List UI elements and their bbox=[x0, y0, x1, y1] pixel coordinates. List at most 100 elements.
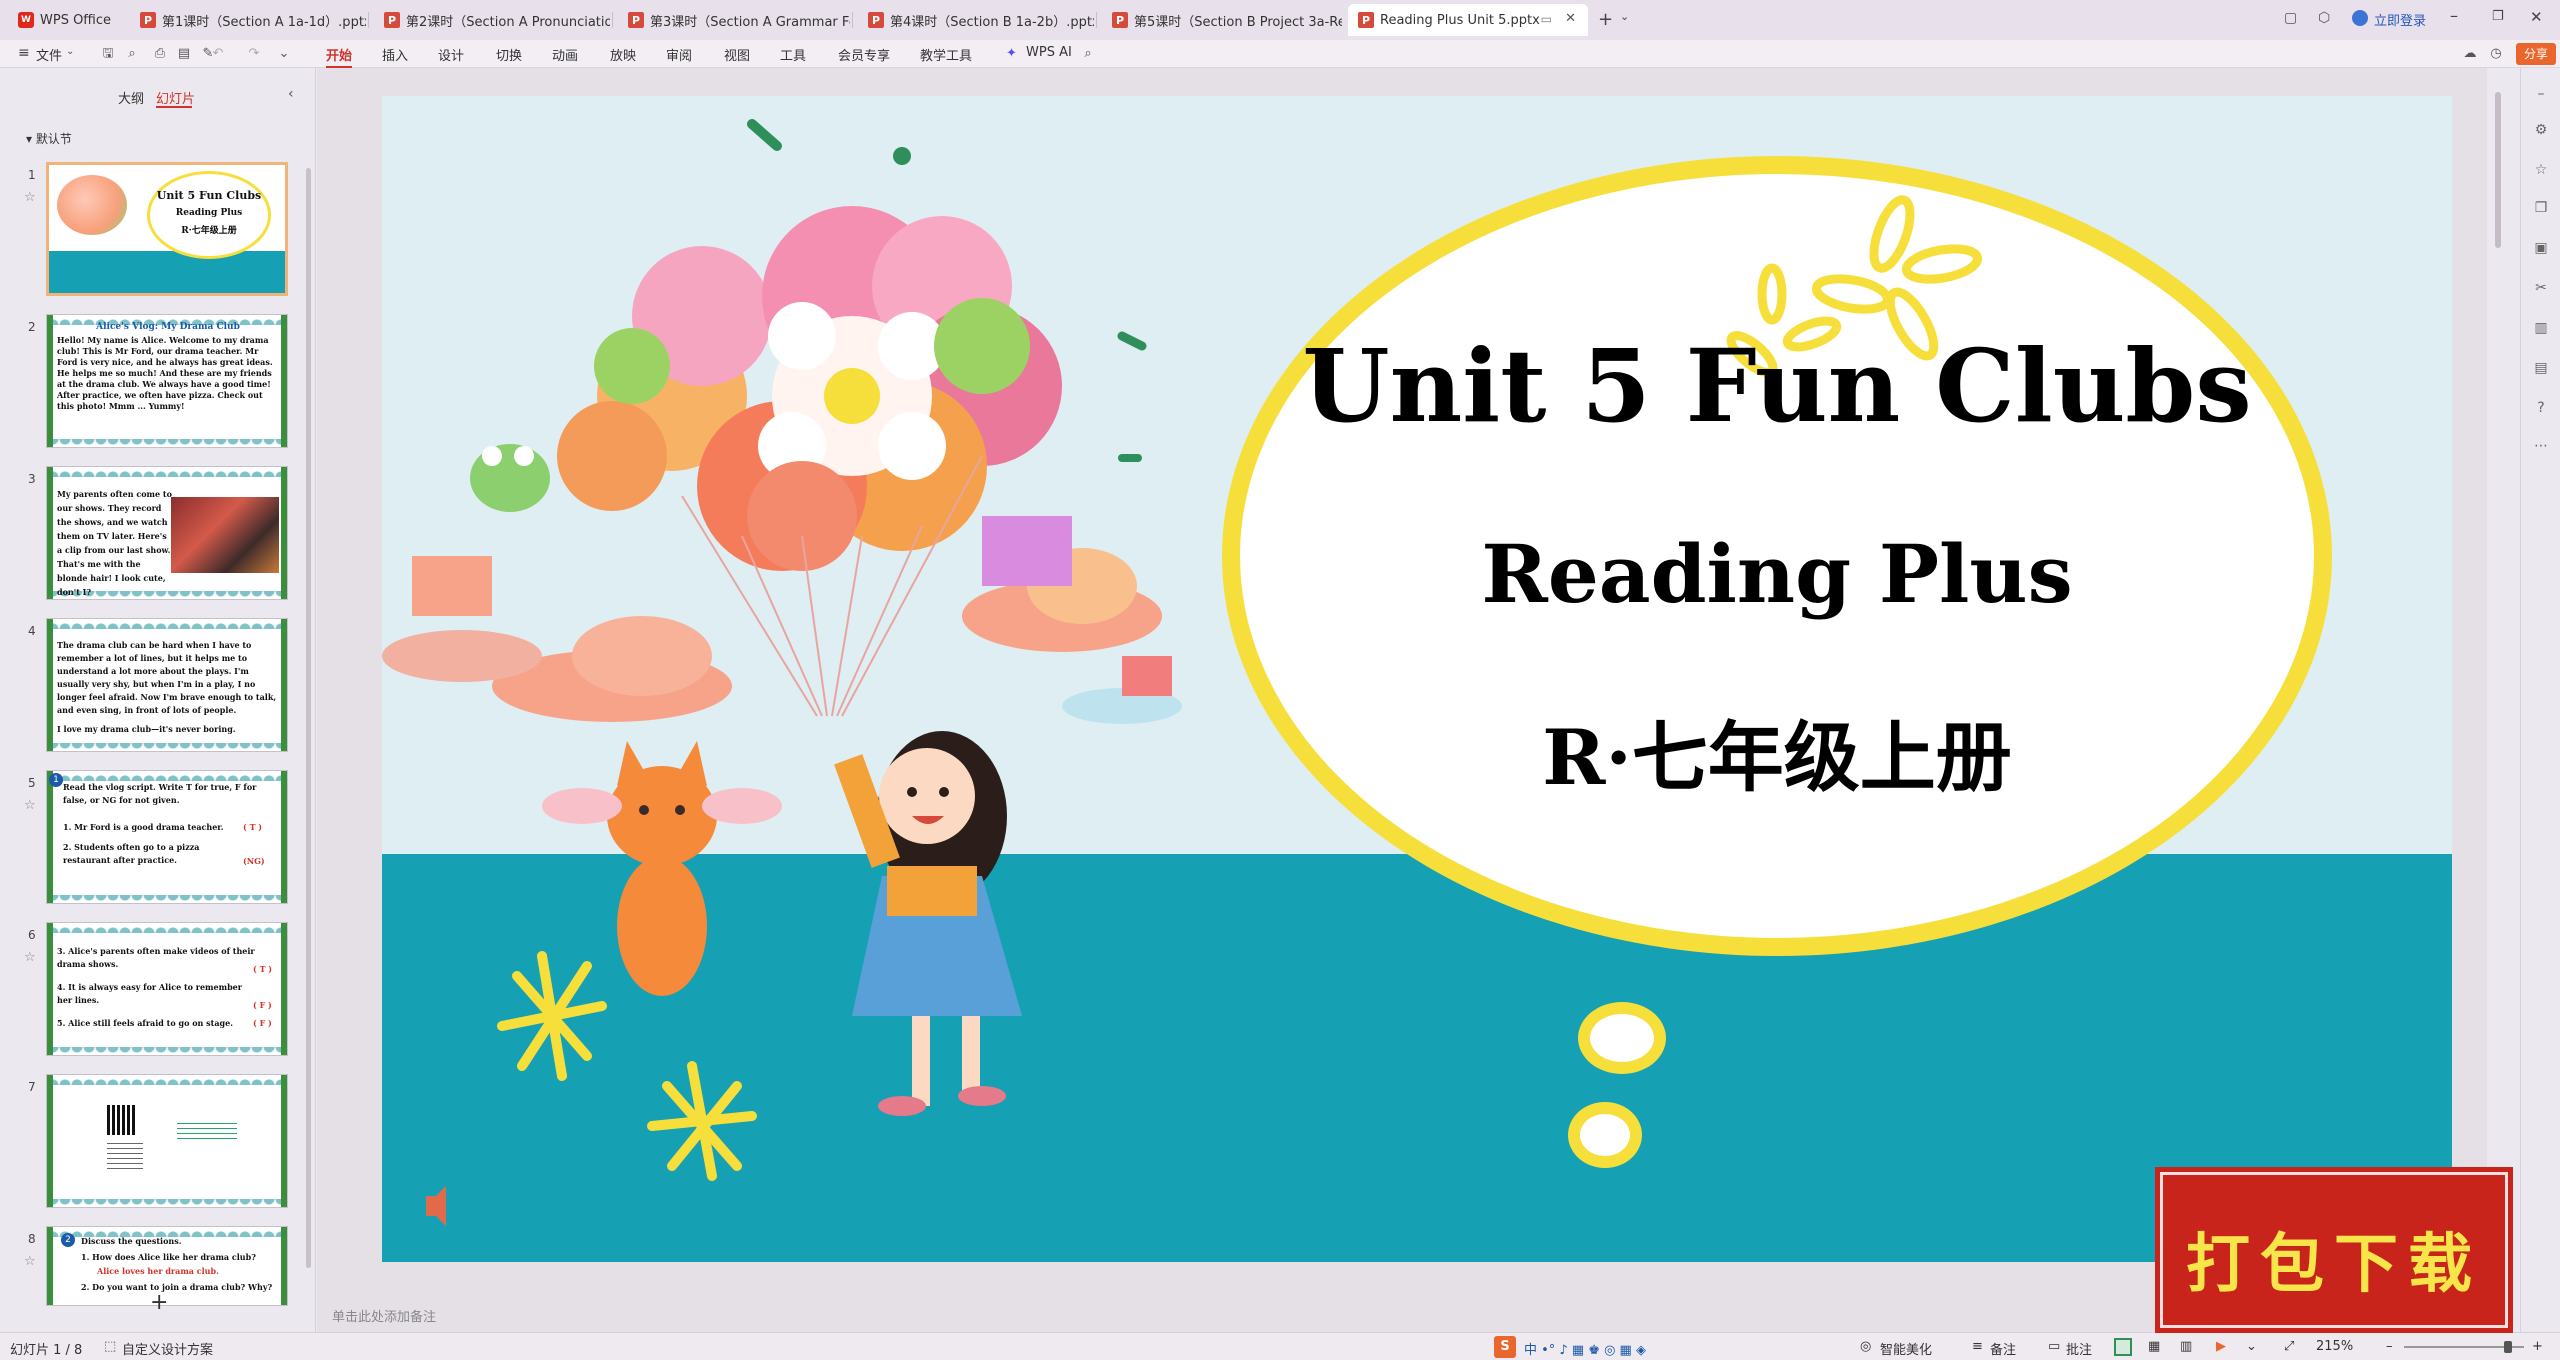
slide-thumbnail-2[interactable]: Alice's Vlog: My Drama Club Hello! My na… bbox=[46, 314, 288, 448]
main-scrollbar[interactable] bbox=[2495, 92, 2501, 248]
redo-icon[interactable]: ↷ bbox=[246, 46, 262, 62]
ribbon-tab-member[interactable]: 会员专享 bbox=[838, 45, 890, 64]
minimize-icon[interactable]: – bbox=[2450, 6, 2458, 25]
wps-ai-button[interactable]: WPS AI bbox=[1026, 45, 1072, 60]
adjust-icon[interactable]: ⚙ bbox=[2533, 122, 2549, 138]
new-tab-icon[interactable]: + bbox=[1598, 9, 1613, 30]
ribbon-tab-review[interactable]: 审阅 bbox=[666, 45, 692, 64]
window-close-icon[interactable]: ✕ bbox=[2530, 8, 2543, 26]
slide-thumbnail-6[interactable]: 3. Alice's parents often make videos of … bbox=[46, 922, 288, 1056]
copy-icon[interactable]: ❐ bbox=[2533, 200, 2549, 216]
smart-beautify-button[interactable]: 智能美化 bbox=[1880, 1339, 1932, 1358]
tab-label: 第3课时（Section A Grammar Focu bbox=[650, 14, 850, 30]
window-mode-icon[interactable]: ▢ bbox=[2284, 10, 2297, 26]
slide-sorter-icon[interactable]: ▦ bbox=[2148, 1339, 2160, 1354]
slide-grade[interactable]: R·七年级上册 bbox=[1282, 720, 2272, 796]
more-icon[interactable]: ⌄ bbox=[276, 46, 292, 62]
share-button[interactable]: 分享 bbox=[2516, 43, 2556, 65]
ribbon-tab-home[interactable]: 开始 bbox=[326, 45, 352, 64]
find-icon[interactable]: ⌕ bbox=[124, 46, 140, 62]
slide-subtitle[interactable]: Reading Plus bbox=[1282, 534, 2272, 614]
help-icon[interactable]: ? bbox=[2533, 400, 2549, 416]
menu-icon[interactable]: ≡ bbox=[18, 45, 30, 61]
user-avatar-icon[interactable] bbox=[2352, 10, 2368, 26]
cube-icon[interactable]: ⬡ bbox=[2318, 10, 2330, 26]
custom-design-button[interactable]: 自定义设计方案 bbox=[122, 1339, 213, 1358]
thumb-item: 2. Students often go to a pizza restaura… bbox=[63, 842, 200, 865]
normal-view-icon[interactable] bbox=[2114, 1338, 2132, 1356]
slide-thumbnail-7[interactable] bbox=[46, 1074, 288, 1208]
history-icon[interactable]: ◷ bbox=[2488, 46, 2504, 62]
star-icon[interactable]: ☆ bbox=[24, 190, 36, 205]
zoom-in-icon[interactable]: + bbox=[2532, 1339, 2543, 1354]
book-icon[interactable]: ▥ bbox=[2533, 320, 2549, 336]
collapse-panel-icon[interactable]: ‹ bbox=[288, 86, 294, 102]
print-icon[interactable]: ⎙ bbox=[152, 46, 168, 62]
tab-document[interactable]: P 第3课时（Section A Grammar Focu bbox=[618, 4, 850, 36]
save-icon[interactable]: 🖫 bbox=[100, 46, 116, 62]
ribbon-tab-transition[interactable]: 切换 bbox=[496, 45, 522, 64]
file-menu[interactable]: 文件 bbox=[36, 45, 62, 64]
tab-document[interactable]: P 第4课时（Section B 1a-2b）.pptx bbox=[858, 4, 1094, 36]
cloud-icon[interactable]: ☁ bbox=[2462, 46, 2478, 62]
ime-mode-icon[interactable]: 中 •° ♪ ▦ ♚ ◎ ▦ ◈ bbox=[1524, 1339, 1646, 1358]
tab-document[interactable]: P 第1课时（Section A 1a-1d）.pptx bbox=[130, 4, 366, 36]
notes-button[interactable]: 备注 bbox=[1990, 1339, 2016, 1358]
section-header[interactable]: ▾ 默认节 bbox=[26, 130, 72, 147]
tab-label: Reading Plus Unit 5.pptx bbox=[1380, 12, 1540, 28]
ribbon-tab-slideshow[interactable]: 放映 bbox=[610, 45, 636, 64]
fit-icon[interactable]: ⤢ bbox=[2284, 1339, 2294, 1354]
add-slide-button[interactable]: + bbox=[150, 1290, 168, 1315]
slide-thumbnail-3[interactable]: My parents often come to our shows. They… bbox=[46, 466, 288, 600]
ribbon-tab-teaching[interactable]: 教学工具 bbox=[920, 45, 972, 64]
close-icon[interactable]: ✕ bbox=[1565, 11, 1576, 26]
zoom-slider-thumb[interactable] bbox=[2504, 1341, 2512, 1353]
notes-placeholder[interactable]: 单击此处添加备注 bbox=[332, 1306, 436, 1325]
star-icon[interactable]: ☆ bbox=[24, 1254, 36, 1269]
minimize-panel-icon[interactable]: – bbox=[2533, 86, 2549, 102]
input-method-icon[interactable]: S bbox=[1494, 1336, 1516, 1358]
play-options-icon[interactable]: ⌄ bbox=[2246, 1339, 2257, 1354]
download-banner[interactable]: 打包下载 bbox=[2160, 1172, 2508, 1328]
restore-icon[interactable]: ❐ bbox=[2492, 9, 2504, 24]
slide-title[interactable]: Unit 5 Fun Clubs bbox=[1282, 336, 2272, 436]
slides-tab[interactable]: 幻灯片 bbox=[156, 88, 195, 107]
star-icon[interactable]: ☆ bbox=[24, 950, 36, 965]
chevron-down-icon[interactable]: ⌄ bbox=[1620, 10, 1629, 23]
star-icon[interactable]: ☆ bbox=[2533, 162, 2549, 178]
ribbon-tab-view[interactable]: 视图 bbox=[724, 45, 750, 64]
zoom-level[interactable]: 215% bbox=[2316, 1339, 2353, 1354]
tab-pin-icon[interactable]: ▭ bbox=[1541, 12, 1552, 26]
thumb-body: My parents often come to our shows. They… bbox=[57, 489, 172, 597]
tab-wps-home[interactable]: W WPS Office bbox=[8, 4, 126, 36]
ribbon-tab-animation[interactable]: 动画 bbox=[552, 45, 578, 64]
outline-tab[interactable]: 大纲 bbox=[118, 88, 144, 107]
comments-button[interactable]: 批注 bbox=[2066, 1339, 2092, 1358]
print-preview-icon[interactable]: ▤ bbox=[176, 46, 192, 62]
slide-thumbnail-panel: 大纲 幻灯片 ‹ ▾ 默认节 1 ☆ Unit 5 Fun Clubs Read… bbox=[0, 68, 316, 1332]
tab-document[interactable]: P 第2课时（Section A Pronunciation bbox=[374, 4, 610, 36]
slide-canvas[interactable]: Unit 5 Fun Clubs Reading Plus R·七年级上册 bbox=[382, 96, 2452, 1262]
thumb-body: The drama club can be hard when I have t… bbox=[57, 640, 277, 715]
more-icon[interactable]: ⋯ bbox=[2533, 438, 2549, 454]
slide-thumbnail-5[interactable]: 1 Read the vlog script. Write T for true… bbox=[46, 770, 288, 904]
image-icon[interactable]: ▣ bbox=[2533, 240, 2549, 256]
ribbon-tab-tools[interactable]: 工具 bbox=[780, 45, 806, 64]
beautify-icon: ◎ bbox=[1860, 1339, 1872, 1354]
reading-view-icon[interactable]: ▥ bbox=[2180, 1339, 2192, 1354]
search-icon[interactable]: ⌕ bbox=[1080, 46, 1096, 62]
play-icon[interactable]: ▶ bbox=[2216, 1339, 2226, 1354]
form-icon[interactable]: ▤ bbox=[2533, 360, 2549, 376]
zoom-out-icon[interactable]: – bbox=[2386, 1339, 2393, 1354]
thumbnail-scrollbar[interactable] bbox=[306, 168, 311, 1268]
slide-thumbnail-1[interactable]: Unit 5 Fun Clubs Reading Plus R·七年级上册 bbox=[46, 162, 288, 296]
tab-document[interactable]: P 第5课时（Section B Project 3a-Refl bbox=[1102, 4, 1342, 36]
undo-icon[interactable]: ↶ bbox=[210, 46, 226, 62]
login-link[interactable]: 立即登录 bbox=[2374, 10, 2426, 29]
ribbon-tab-design[interactable]: 设计 bbox=[438, 45, 464, 64]
slide-thumbnail-4[interactable]: The drama club can be hard when I have t… bbox=[46, 618, 288, 752]
star-icon[interactable]: ☆ bbox=[24, 798, 36, 813]
ribbon-tab-insert[interactable]: 插入 bbox=[382, 45, 408, 64]
tab-document-active[interactable]: P Reading Plus Unit 5.pptx ▭ ✕ bbox=[1348, 4, 1588, 36]
tools-icon[interactable]: ✂ bbox=[2533, 280, 2549, 296]
